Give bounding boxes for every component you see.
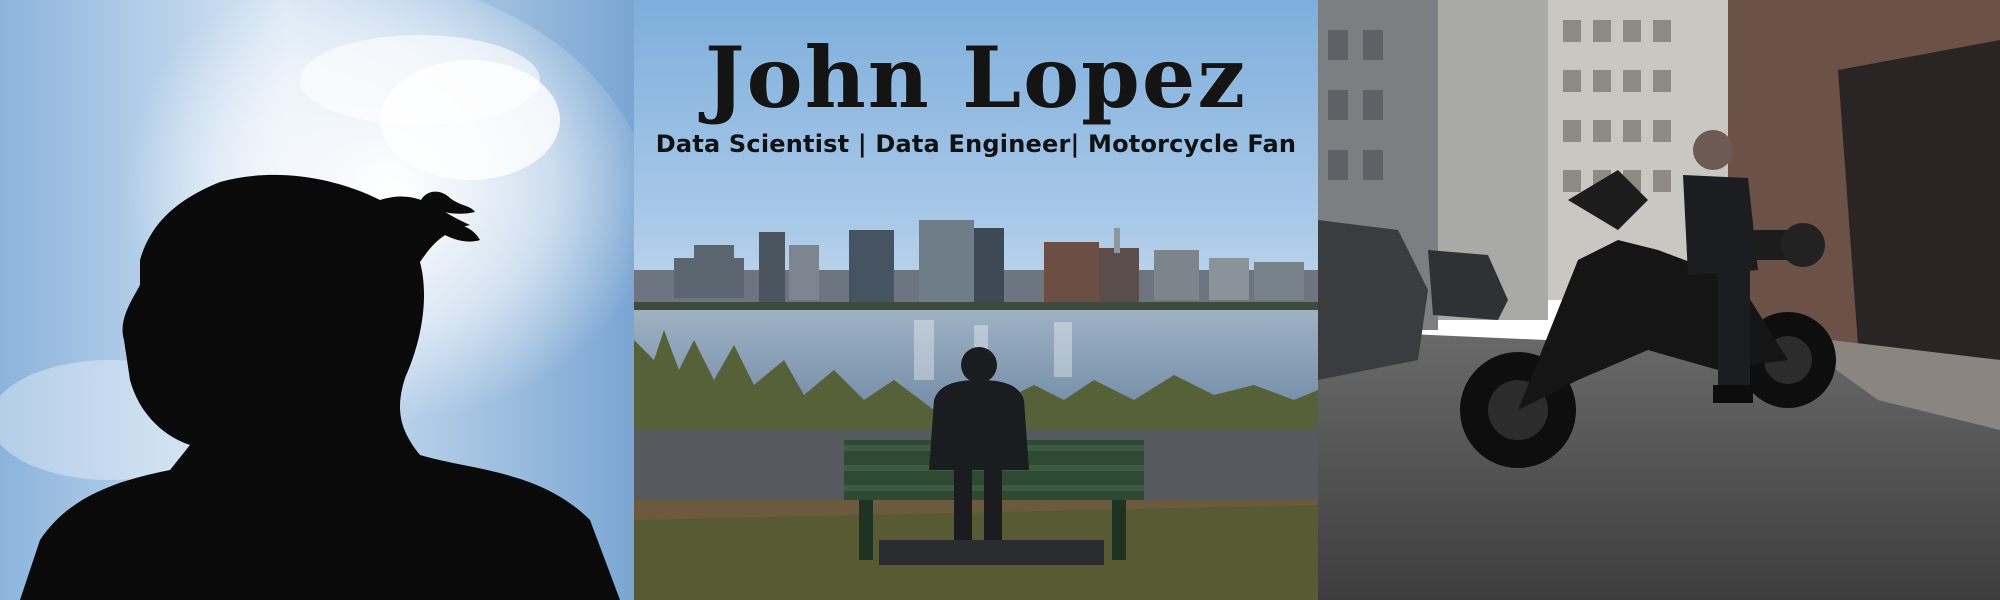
middle-photo-riverside: John Lopez Data Scientist | Data Enginee… xyxy=(634,0,1318,600)
right-photo-motorcycle xyxy=(1318,0,2000,600)
left-photo-silhouette xyxy=(0,0,634,600)
helmet-icon xyxy=(1781,223,1825,267)
